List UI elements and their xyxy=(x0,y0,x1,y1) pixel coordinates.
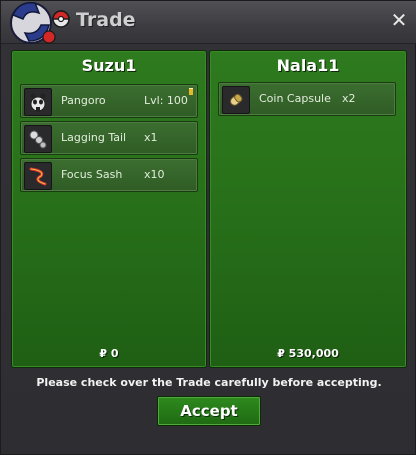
item-name: Focus Sash xyxy=(61,168,123,181)
player-name: Nala11 xyxy=(276,56,340,75)
trade-item-lagging-tail[interactable]: Lagging Tail x1 xyxy=(20,121,198,155)
item-level: Lvl: 100 xyxy=(144,94,188,107)
trade-panel-suzu1: Suzu1 Pangoro Lvl: 100 Lagging Tail x1 F… xyxy=(11,50,207,368)
lagging-tail-icon xyxy=(24,125,52,153)
item-name: Pangoro xyxy=(61,94,106,107)
item-quantity: x2 xyxy=(342,92,356,105)
trade-item-coin-capsule[interactable]: Coin Capsule x2 xyxy=(218,82,396,116)
item-name: Coin Capsule xyxy=(259,92,331,105)
money-offer: ₽ 0 xyxy=(99,347,119,360)
title-bar[interactable]: Trade ✕ xyxy=(1,1,416,44)
focus-sash-icon xyxy=(24,162,52,190)
pokeball-logo-icon xyxy=(5,0,71,47)
trade-item-focus-sash[interactable]: Focus Sash x10 xyxy=(20,158,198,192)
pangoro-icon xyxy=(24,88,52,116)
close-icon[interactable]: ✕ xyxy=(389,10,409,30)
trade-item-pangoro[interactable]: Pangoro Lvl: 100 xyxy=(20,84,198,118)
window-title: Trade xyxy=(76,9,136,31)
money-offer: ₽ 530,000 xyxy=(277,347,339,360)
player-name: Suzu1 xyxy=(81,56,137,75)
accept-button[interactable]: Accept xyxy=(157,396,261,426)
item-quantity: x10 xyxy=(144,168,165,181)
trade-notice: Please check over the Trade carefully be… xyxy=(36,376,382,389)
item-name: Lagging Tail xyxy=(61,131,127,144)
item-flag-icon xyxy=(189,88,193,95)
coin-capsule-icon xyxy=(222,86,250,114)
item-quantity: x1 xyxy=(144,131,158,144)
trade-window: Trade ✕ Suzu1 Pangoro Lvl: 100 Lagging T… xyxy=(0,0,416,455)
trade-panel-nala11: Nala11 Coin Capsule x2 ₽ 530,000 xyxy=(209,50,407,368)
